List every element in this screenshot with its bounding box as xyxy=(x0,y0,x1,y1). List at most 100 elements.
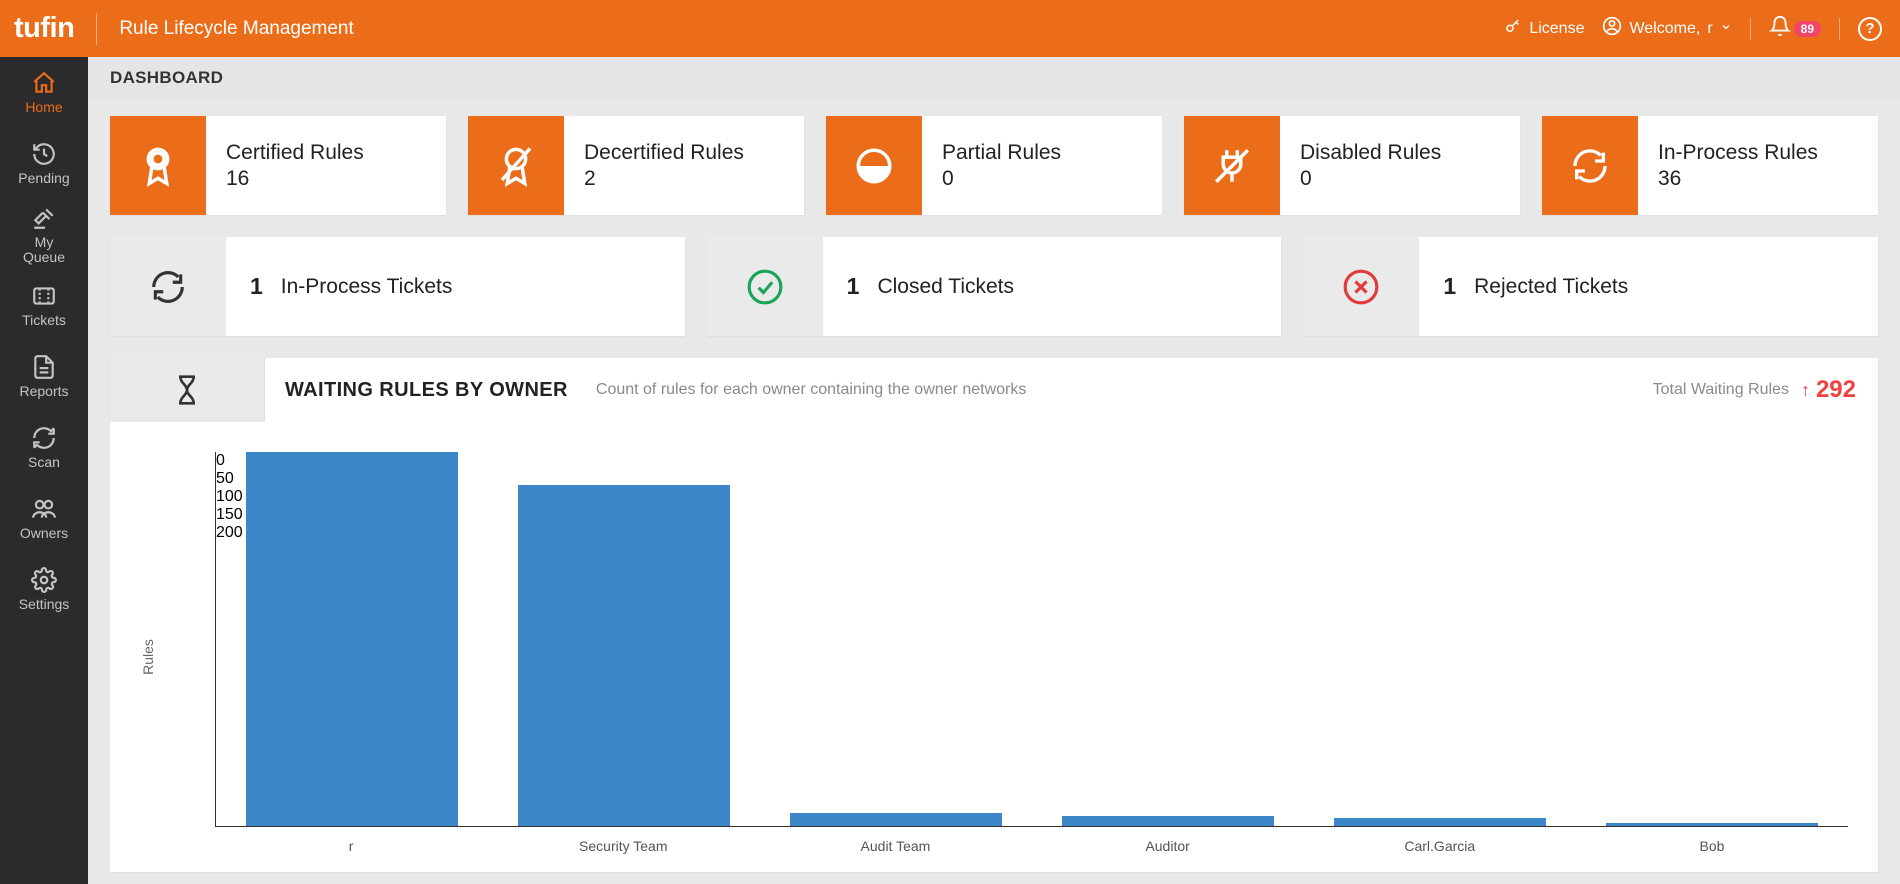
card-title: Decertified Rules xyxy=(584,141,784,165)
hourglass-icon xyxy=(110,358,265,422)
chart-x-label: Security Team xyxy=(487,832,759,862)
chart-x-label: Carl.Garcia xyxy=(1304,832,1576,862)
card-value: 36 xyxy=(1658,167,1858,191)
card-value: 1 xyxy=(1443,273,1456,300)
sidebar-item-label: Owners xyxy=(20,526,68,541)
card-decertified-rules[interactable]: Decertified Rules 2 xyxy=(468,116,804,215)
chart-bar[interactable] xyxy=(760,452,1032,826)
chart-x-label: Auditor xyxy=(1032,832,1304,862)
sidebar-item-scan[interactable]: Scan xyxy=(0,412,88,483)
bar-chart: Rules 050100150200 rSecurity TeamAudit T… xyxy=(160,452,1848,862)
refresh-icon xyxy=(1542,116,1638,215)
waiting-rules-panel: WAITING RULES BY OWNER Count of rules fo… xyxy=(110,358,1878,872)
welcome-prefix: Welcome, xyxy=(1629,20,1700,38)
panel-subtitle: Count of rules for each owner containing… xyxy=(596,381,1026,399)
user-circle-icon xyxy=(1602,16,1622,41)
card-title: Rejected Tickets xyxy=(1474,275,1628,299)
sidebar-item-label: Settings xyxy=(19,597,70,612)
top-header: tufin Rule Lifecycle Management License … xyxy=(0,0,1900,57)
chart-x-label: r xyxy=(215,832,487,862)
arrow-up-icon: ↑ xyxy=(1801,380,1810,401)
chart-bar[interactable] xyxy=(216,452,488,826)
left-sidebar: Home Pending My Queue Tickets Reports Sc… xyxy=(0,57,88,884)
card-rejected-tickets[interactable]: 1 Rejected Tickets xyxy=(1303,237,1878,336)
ticket-icon xyxy=(31,283,57,309)
content: Certified Rules 16 Decertified Rules 2 xyxy=(88,98,1900,884)
card-title: Partial Rules xyxy=(942,141,1142,165)
chart-bar[interactable] xyxy=(1032,452,1304,826)
panel-header: WAITING RULES BY OWNER Count of rules fo… xyxy=(110,358,1878,422)
bell-icon xyxy=(1769,15,1791,42)
card-inprocess-tickets[interactable]: 1 In-Process Tickets xyxy=(110,237,685,336)
total-waiting-label: Total Waiting Rules xyxy=(1653,381,1789,399)
document-icon xyxy=(31,354,57,380)
card-partial-rules[interactable]: Partial Rules 0 xyxy=(826,116,1162,215)
card-title: Closed Tickets xyxy=(877,275,1014,299)
notifications-button[interactable]: 89 xyxy=(1769,15,1821,42)
card-value: 1 xyxy=(847,273,860,300)
sidebar-item-label: Home xyxy=(25,100,62,115)
sidebar-item-label: Tickets xyxy=(22,313,66,328)
welcome-user: r xyxy=(1707,20,1712,38)
sidebar-item-queue[interactable]: My Queue xyxy=(0,199,88,270)
license-label: License xyxy=(1529,20,1584,38)
card-certified-rules[interactable]: Certified Rules 16 xyxy=(110,116,446,215)
brand-logo[interactable]: tufin xyxy=(14,12,74,45)
card-title: In-Process Rules xyxy=(1658,141,1858,165)
people-icon xyxy=(31,496,57,522)
sidebar-item-label: Scan xyxy=(28,455,60,470)
sidebar-item-settings[interactable]: Settings xyxy=(0,554,88,625)
sidebar-item-home[interactable]: Home xyxy=(0,57,88,128)
card-value: 1 xyxy=(250,273,263,300)
card-title: Disabled Rules xyxy=(1300,141,1500,165)
card-closed-tickets[interactable]: 1 Closed Tickets xyxy=(707,237,1282,336)
plug-off-icon xyxy=(1184,116,1280,215)
sidebar-item-pending[interactable]: Pending xyxy=(0,128,88,199)
sidebar-item-owners[interactable]: Owners xyxy=(0,483,88,554)
chart-bar[interactable] xyxy=(488,452,760,826)
header-divider xyxy=(96,13,97,45)
total-waiting-value: 292 xyxy=(1816,376,1856,404)
app-title: Rule Lifecycle Management xyxy=(119,18,353,40)
header-separator-2 xyxy=(1839,18,1840,40)
half-circle-icon xyxy=(826,116,922,215)
stat-row-tickets: 1 In-Process Tickets 1 Closed Tickets xyxy=(110,237,1878,336)
check-circle-icon xyxy=(707,237,823,336)
help-icon: ? xyxy=(1865,20,1874,37)
sidebar-item-tickets[interactable]: Tickets xyxy=(0,270,88,341)
breadcrumb: DASHBOARD xyxy=(88,57,1900,98)
gavel-icon xyxy=(31,205,57,231)
refresh-icon xyxy=(31,425,57,451)
loop-icon xyxy=(110,237,226,336)
gear-icon xyxy=(31,567,57,593)
chart-x-label: Bob xyxy=(1576,832,1848,862)
notification-badge: 89 xyxy=(1794,21,1821,37)
panel-title: WAITING RULES BY OWNER xyxy=(285,379,568,402)
license-link[interactable]: License xyxy=(1504,17,1584,40)
main-area: DASHBOARD Certified Rules 16 Decertified… xyxy=(88,57,1900,884)
card-title: Certified Rules xyxy=(226,141,426,165)
card-value: 2 xyxy=(584,167,784,191)
chart-area: Rules 050100150200 rSecurity TeamAudit T… xyxy=(110,422,1878,872)
card-disabled-rules[interactable]: Disabled Rules 0 xyxy=(1184,116,1520,215)
chart-x-label: Audit Team xyxy=(759,832,1031,862)
sidebar-item-reports[interactable]: Reports xyxy=(0,341,88,412)
sidebar-item-label: Pending xyxy=(18,171,69,186)
home-icon xyxy=(31,70,57,96)
chart-y-label: Rules xyxy=(140,639,156,675)
stat-row-rules: Certified Rules 16 Decertified Rules 2 xyxy=(110,116,1878,215)
chart-bar[interactable] xyxy=(1304,452,1576,826)
card-title: In-Process Tickets xyxy=(281,275,453,299)
sidebar-item-label: My Queue xyxy=(23,235,65,264)
x-circle-icon xyxy=(1303,237,1419,336)
card-value: 16 xyxy=(226,167,426,191)
user-menu[interactable]: Welcome, r xyxy=(1602,16,1731,41)
chart-bar[interactable] xyxy=(1576,452,1848,826)
card-inprocess-rules[interactable]: In-Process Rules 36 xyxy=(1542,116,1878,215)
badge-slash-icon xyxy=(468,116,564,215)
help-button[interactable]: ? xyxy=(1858,17,1882,41)
chevron-down-icon xyxy=(1720,20,1732,38)
header-right: License Welcome, r 89 ? xyxy=(1504,15,1882,42)
clock-back-icon xyxy=(31,141,57,167)
badge-icon xyxy=(110,116,206,215)
